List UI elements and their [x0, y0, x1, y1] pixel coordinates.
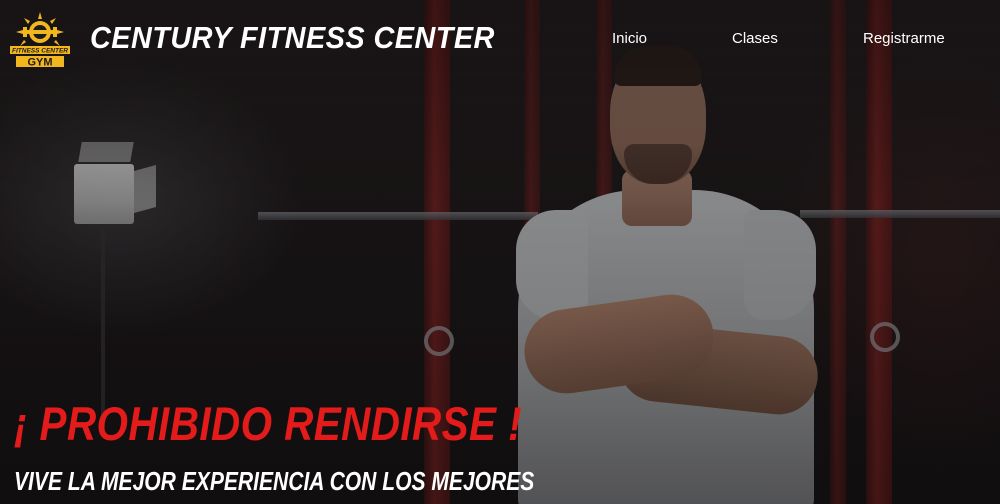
- nav-link-clases[interactable]: Clases: [732, 30, 778, 47]
- hero-headline: ¡ PROHIBIDO RENDIRSE !: [14, 397, 523, 450]
- logo-link[interactable]: FITNESS CENTER GYM: [8, 10, 72, 69]
- brand-name: CENTURY FITNESS CENTER: [90, 20, 495, 55]
- logo-text-top: FITNESS CENTER: [12, 48, 68, 55]
- nav-link-registrarme[interactable]: Registrarme: [863, 30, 945, 47]
- logo-text-bottom: GYM: [27, 57, 52, 69]
- navbar: FITNESS CENTER GYM CENTURY FITNESS CENTE…: [0, 0, 1000, 80]
- hero-subheadline: VIVE LA MEJOR EXPERIENCIA CON LOS MEJORE…: [14, 466, 535, 496]
- nav-link-inicio[interactable]: Inicio: [612, 30, 647, 47]
- gym-emblem-icon: FITNESS CENTER GYM: [10, 12, 70, 69]
